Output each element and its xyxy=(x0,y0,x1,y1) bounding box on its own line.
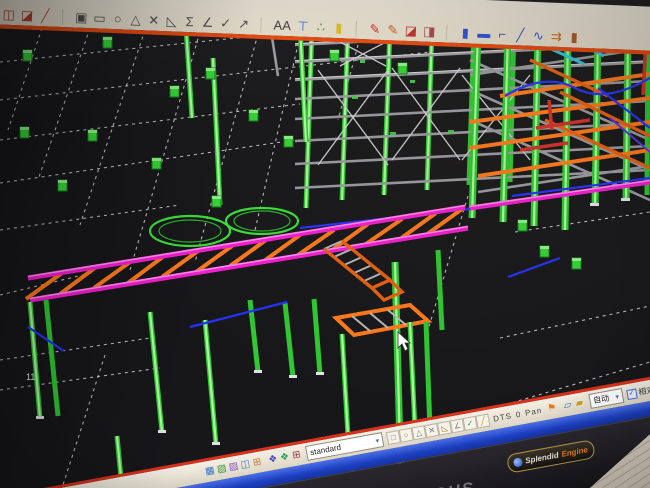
wedge-icon[interactable]: ◺ xyxy=(165,14,178,28)
yellow-box-icon[interactable]: ▮ xyxy=(333,21,346,35)
beam-tool-icon[interactable]: ▬ xyxy=(477,27,491,42)
slab-2-icon[interactable]: ◨ xyxy=(423,25,436,39)
snap-mode-value: 自动 xyxy=(592,393,610,407)
cross-icon[interactable]: ✕ xyxy=(147,13,160,27)
check-icon[interactable]: ✓ xyxy=(219,16,232,30)
slab-icon[interactable]: ◪ xyxy=(405,24,418,38)
selection-filter-value: standard xyxy=(309,443,341,457)
chevron-down-icon: ▾ xyxy=(375,436,380,445)
separator[interactable]: │ xyxy=(255,18,268,32)
phase-icon[interactable]: ⊤ xyxy=(297,19,310,33)
separator[interactable]: │ xyxy=(441,25,454,39)
select-welds-icon[interactable]: ⊞ xyxy=(250,455,264,471)
spiral-beam-tool-icon[interactable]: ∿ xyxy=(532,29,545,43)
snap-line-chip[interactable]: ╱ xyxy=(475,414,490,429)
file-icons: ▱▰ xyxy=(561,395,587,413)
svg-text:11: 11 xyxy=(26,372,35,382)
save-model-icon[interactable]: ▰ xyxy=(572,395,586,411)
red-pen-2-icon[interactable]: ✎ xyxy=(387,23,400,37)
snap-points-icon[interactable]: ∴ xyxy=(315,20,328,34)
sticker-logo-icon xyxy=(513,457,523,467)
phase-text: 0 xyxy=(515,410,522,420)
splendid-sticker: Splendid Engine xyxy=(506,439,596,474)
separator[interactable]: │ xyxy=(57,10,70,24)
sigma-icon[interactable]: Σ xyxy=(183,15,196,29)
circle-icon[interactable]: ○ xyxy=(111,12,124,26)
plane-checkbox-1[interactable]: ✓ 相对平面 xyxy=(626,381,650,400)
status-text: DTS xyxy=(492,411,512,423)
command-text: Pan xyxy=(524,406,543,418)
photographed-monitor: 3 7 6 5 E 11 2 ◫◪╱│▣▭○△✕◺Σ∠✓↗│AA⊤∴▮│✎✎◪◨… xyxy=(0,0,650,488)
curved-beam-tool-icon[interactable]: ╱ xyxy=(514,28,527,42)
weld-icon[interactable]: ◫ xyxy=(2,8,15,22)
cut-line-icon[interactable]: ╱ xyxy=(39,9,52,23)
bar-tool-icon[interactable]: ▮ xyxy=(568,30,581,44)
flag-icon[interactable]: ⚑ xyxy=(545,400,559,416)
checkbox-checked-icon: ✓ xyxy=(626,388,638,400)
angle-icon[interactable]: ∠ xyxy=(201,16,214,30)
checkbox-label: 相对平面 xyxy=(638,381,650,398)
triangle-icon[interactable]: △ xyxy=(129,13,142,27)
arrow-ne-icon[interactable]: ↗ xyxy=(237,17,250,31)
polybeam-tool-icon[interactable]: ⌐ xyxy=(496,27,509,41)
separator[interactable]: │ xyxy=(351,22,364,36)
weld-polygon-icon[interactable]: ◪ xyxy=(21,8,34,22)
column-tool-icon[interactable]: ▮ xyxy=(459,26,472,40)
red-pen-icon[interactable]: ✎ xyxy=(369,22,382,36)
point-array-icon[interactable]: ▣ xyxy=(75,11,88,25)
monitor-brand-logo: SUS xyxy=(433,478,477,488)
chevron-down-icon: ▾ xyxy=(615,392,620,401)
twin-beam-tool-icon[interactable]: ⇉ xyxy=(550,30,563,44)
rectangle-icon[interactable]: ▭ xyxy=(93,11,106,25)
binoculars-icon[interactable]: AA xyxy=(273,19,291,34)
macro-icon[interactable]: ⊞ xyxy=(289,447,303,463)
